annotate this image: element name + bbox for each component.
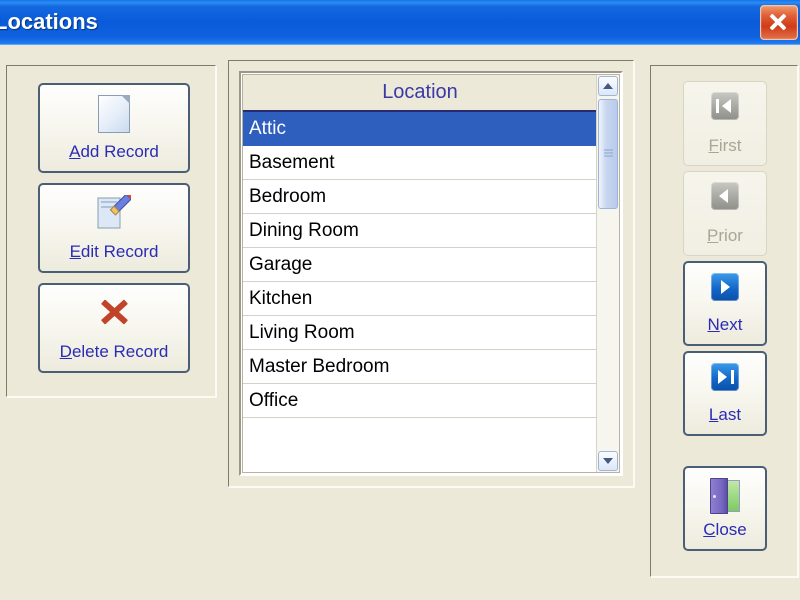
list-item[interactable]: Bedroom	[243, 180, 597, 214]
delete-record-button[interactable]: Delete Record	[38, 283, 190, 373]
close-button[interactable]: Close	[683, 466, 767, 551]
locations-list-inner: Location Attic Basement Bedroom Dining R…	[242, 74, 620, 473]
delete-record-label: Delete Record	[59, 342, 169, 361]
record-navigation-panel: First Prior Next Last Close	[650, 65, 798, 577]
locations-list: Location Attic Basement Bedroom Dining R…	[239, 71, 623, 476]
list-item[interactable]: Living Room	[243, 316, 597, 350]
first-record-label: First	[708, 136, 742, 155]
window-title: Locations	[0, 9, 98, 34]
list-item[interactable]: Dining Room	[243, 214, 597, 248]
edit-record-label: Edit Record	[69, 242, 159, 261]
next-record-label: Next	[707, 315, 743, 334]
first-record-button[interactable]: First	[683, 81, 767, 166]
new-page-icon	[98, 95, 130, 133]
last-record-label: Last	[708, 405, 742, 424]
red-x-icon	[97, 295, 131, 329]
column-header-location: Location	[243, 75, 597, 112]
list-item[interactable]: Master Bedroom	[243, 350, 597, 384]
prior-record-label: Prior	[707, 226, 743, 245]
exit-door-icon	[710, 478, 740, 514]
last-record-icon	[711, 363, 739, 391]
list-item[interactable]: Basement	[243, 146, 597, 180]
list-item[interactable]: Garage	[243, 248, 597, 282]
scroll-up-icon[interactable]	[598, 76, 618, 96]
client-area: Add Record Edit Record Delete Record Loc…	[0, 45, 800, 600]
record-actions-panel: Add Record Edit Record Delete Record	[6, 65, 216, 397]
list-item[interactable]: Office	[243, 384, 597, 418]
prior-record-icon	[711, 182, 739, 210]
first-record-icon	[711, 92, 739, 120]
pencil-page-icon	[97, 192, 133, 236]
locations-window: Locations Add Record Edit Record Delete …	[0, 0, 800, 600]
add-record-label: Add Record	[69, 142, 159, 161]
close-icon[interactable]	[760, 5, 798, 40]
scrollbar-thumb[interactable]	[598, 99, 618, 209]
edit-record-button[interactable]: Edit Record	[38, 183, 190, 273]
next-record-button[interactable]: Next	[683, 261, 767, 346]
add-record-button[interactable]: Add Record	[38, 83, 190, 173]
prior-record-button[interactable]: Prior	[683, 171, 767, 256]
scroll-down-icon[interactable]	[598, 451, 618, 471]
title-bar: Locations	[0, 0, 800, 45]
locations-rows: Attic Basement Bedroom Dining Room Garag…	[243, 112, 597, 472]
list-item[interactable]: Attic	[243, 112, 597, 146]
close-button-label: Close	[703, 520, 747, 539]
last-record-button[interactable]: Last	[683, 351, 767, 436]
next-record-icon	[711, 273, 739, 301]
list-item[interactable]: Kitchen	[243, 282, 597, 316]
locations-list-panel: Location Attic Basement Bedroom Dining R…	[228, 60, 634, 487]
list-scrollbar[interactable]	[596, 75, 619, 472]
